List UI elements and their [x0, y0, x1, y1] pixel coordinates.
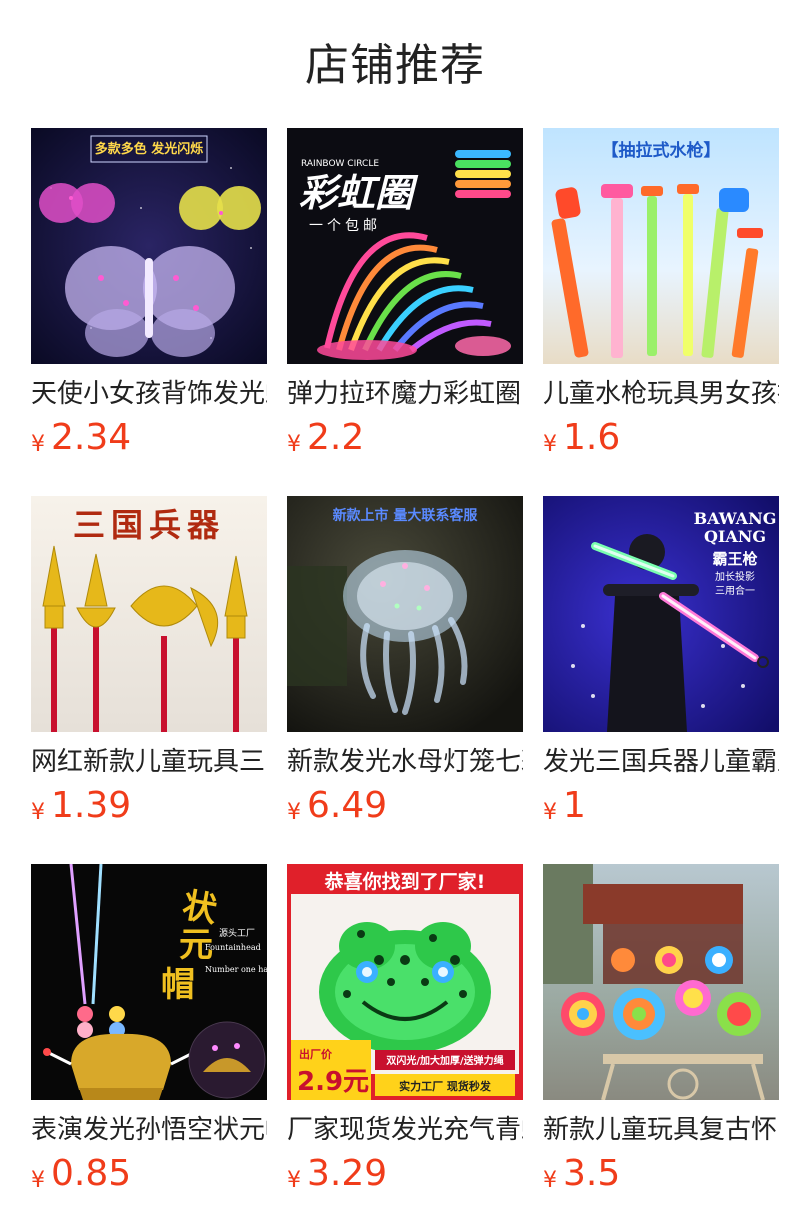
product-title[interactable]: 厂家现货发光充气青蛙: [287, 1110, 523, 1150]
svg-text:帽: 帽: [161, 965, 195, 1005]
price-value: 3.29: [307, 1153, 388, 1194]
overlay-text: 霸王枪: [712, 550, 757, 568]
overlay-text: 彩虹圈: [299, 171, 419, 215]
product-card[interactable]: 多款多色 发光闪烁 天使小女孩背饰发光蝴蝶翅膀 ¥: [31, 128, 267, 496]
product-title[interactable]: 新款儿童玩具复古怀旧风车: [543, 1110, 779, 1150]
price-value: 2.2: [307, 417, 365, 458]
butterfly-wings-image[interactable]: 多款多色 发光闪烁: [31, 128, 267, 364]
rainbow-spring-image[interactable]: RAINBOW CIRCLE 彩虹圈 一个包邮: [287, 128, 523, 364]
section-title: 店铺推荐: [305, 40, 485, 91]
product-price: ¥1.6: [543, 416, 620, 460]
svg-text:Fountainhead: Fountainhead: [205, 943, 261, 952]
product-card[interactable]: 新款儿童玩具复古怀旧风车 ¥3.5: [543, 864, 779, 1232]
overlay-text: 加长投影: [715, 570, 755, 583]
product-card[interactable]: BAWANG QIANG 霸王枪 加长投影 三用合一 发光三国兵器儿童霸王枪 ¥…: [543, 496, 779, 864]
price-value: 0.85: [51, 1153, 132, 1194]
product-grid: 多款多色 发光闪烁 天使小女孩背饰发光蝴蝶翅膀 ¥: [31, 128, 790, 1232]
currency-symbol: ¥: [31, 800, 45, 825]
product-card[interactable]: 状 元 帽 源头工厂 Fountainhead Number one hat 表…: [31, 864, 267, 1232]
overlay-text: 双闪光/加大加厚/送弹力绳: [386, 1054, 503, 1067]
light-sword-image[interactable]: BAWANG QIANG 霸王枪 加长投影 三用合一: [543, 496, 779, 732]
overlay-text: 实力工厂 现货秒发: [399, 1079, 492, 1093]
overlay-text: 三国兵器: [73, 506, 225, 544]
currency-symbol: ¥: [31, 1168, 45, 1193]
svg-text:源头工厂: 源头工厂: [219, 928, 255, 939]
currency-symbol: ¥: [31, 432, 45, 457]
product-title[interactable]: 弹力拉环魔力彩虹圈: [287, 374, 523, 414]
currency-symbol: ¥: [287, 1168, 301, 1193]
overlay-text: 一个包邮: [309, 218, 381, 234]
product-price: ¥3.29: [287, 1152, 387, 1196]
product-price: ¥3.5: [543, 1152, 620, 1196]
product-card[interactable]: 三国兵器 网红新款儿童玩具三国兵: [31, 496, 267, 864]
product-card[interactable]: 【抽拉式水枪】 儿童水枪玩具男女孩抽拉式: [543, 128, 779, 496]
product-price: ¥0.85: [31, 1152, 131, 1196]
crown-hat-image[interactable]: 状 元 帽 源头工厂 Fountainhead Number one hat: [31, 864, 267, 1100]
product-title[interactable]: 发光三国兵器儿童霸王枪: [543, 742, 779, 782]
product-title[interactable]: 天使小女孩背饰发光蝴蝶翅膀: [31, 374, 267, 414]
price-value: 1: [563, 785, 586, 826]
currency-symbol: ¥: [287, 432, 301, 457]
overlay-text: BAWANG: [694, 509, 777, 528]
product-card[interactable]: 新款上市 量大联系客服 新款发光水母灯笼七彩 ¥ 6.49: [287, 496, 523, 864]
product-title[interactable]: 网红新款儿童玩具三国兵器: [31, 742, 267, 782]
price-value: 6.49: [307, 785, 388, 826]
product-card[interactable]: RAINBOW CIRCLE 彩虹圈 一个包邮 弹力拉环魔力彩虹圈 ¥ 2.2: [287, 128, 523, 496]
product-price: ¥1: [543, 784, 586, 828]
water-gun-image[interactable]: 【抽拉式水枪】: [543, 128, 779, 364]
currency-symbol: ¥: [287, 800, 301, 825]
inflatable-frog-image[interactable]: 恭喜你找到了厂家! 出厂价 2.9元 双闪光/加大加厚/送弹力绳 实力工厂 现货…: [287, 864, 523, 1100]
product-price: ¥6.49: [287, 784, 387, 828]
overlay-text: 三用合一: [715, 584, 755, 597]
product-card[interactable]: 恭喜你找到了厂家! 出厂价 2.9元 双闪光/加大加厚/送弹力绳 实力工厂 现货…: [287, 864, 523, 1232]
product-price: ¥2.2: [287, 416, 364, 460]
price-value: 1.6: [563, 417, 621, 458]
pinwheel-cart-image[interactable]: [543, 864, 779, 1100]
overlay-text: RAINBOW CIRCLE: [301, 159, 379, 169]
price-value: 3.5: [563, 1153, 621, 1194]
svg-text:Number one hat: Number one hat: [205, 965, 267, 974]
golden-weapons-image[interactable]: 三国兵器: [31, 496, 267, 732]
price-value: 2.34: [51, 417, 132, 458]
jellyfish-lantern-image[interactable]: 新款上市 量大联系客服: [287, 496, 523, 732]
currency-symbol: ¥: [543, 1168, 557, 1193]
overlay-text: 出厂价: [299, 1047, 333, 1061]
price-value: 1.39: [51, 785, 132, 826]
overlay-text: QIANG: [704, 527, 766, 546]
currency-symbol: ¥: [543, 432, 557, 457]
overlay-text: 2.9元: [297, 1067, 369, 1097]
product-title[interactable]: 表演发光孙悟空状元帽: [31, 1110, 267, 1150]
overlay-text: 新款上市 量大联系客服: [333, 507, 479, 524]
product-title[interactable]: 新款发光水母灯笼七彩: [287, 742, 523, 782]
product-title[interactable]: 儿童水枪玩具男女孩抽拉式: [543, 374, 779, 414]
overlay-text: 多款多色 发光闪烁: [95, 141, 204, 157]
product-price: ¥2.34: [31, 416, 131, 460]
product-price: ¥1.39: [31, 784, 131, 828]
currency-symbol: ¥: [543, 800, 557, 825]
overlay-text: 【抽拉式水枪】: [602, 140, 721, 161]
overlay-text: 恭喜你找到了厂家!: [324, 870, 486, 893]
